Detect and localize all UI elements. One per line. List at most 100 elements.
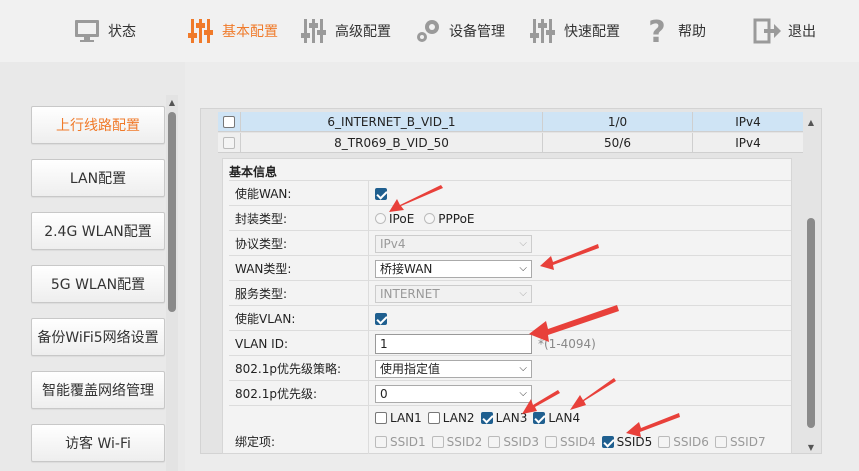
lan-port-label: LAN4 (548, 411, 581, 425)
menu-label: 5G WLAN配置 (50, 277, 146, 293)
ipoe-label: IPoE (389, 211, 415, 226)
ssid7-checkbox[interactable] (714, 436, 727, 448)
field-label: 使能WAN: (229, 181, 369, 206)
row-wan-type: WAN类型: 桥接WAN ⌵ (229, 255, 791, 281)
lan1-checkbox[interactable] (375, 412, 387, 424)
row-encap-type: 封装类型: IPoE PPPoE (229, 205, 791, 231)
sliders-icon (188, 19, 213, 43)
ssid6-checkbox[interactable] (658, 436, 671, 448)
right-scroll-thumb[interactable] (807, 218, 815, 428)
chevron-down-icon: ⌵ (519, 362, 527, 374)
row-enable-vlan: 使能VLAN: (229, 305, 791, 331)
wan-type-select[interactable]: 桥接WAN ⌵ (375, 259, 532, 278)
field-label: 协议类型: (229, 231, 369, 256)
service-type-select[interactable]: INTERNET ⌵ (375, 284, 532, 303)
wan-ip-version: IPv4 (735, 114, 761, 129)
menu-lan-config[interactable]: LAN配置 (31, 159, 165, 197)
menu-24g-wlan-config[interactable]: 2.4G WLAN配置 (31, 212, 165, 250)
nav-status[interactable]: 状态 (72, 14, 136, 48)
nav-basic-config[interactable]: 基本配置 (186, 14, 278, 48)
menu-5g-wlan-config[interactable]: 5G WLAN配置 (31, 265, 165, 303)
wan-vlan: 50/6 (543, 133, 693, 152)
ssid-label: SSID1 (390, 435, 426, 449)
lan3-checkbox[interactable] (480, 412, 493, 424)
lan4-checkbox[interactable] (533, 412, 546, 424)
row-checkbox[interactable] (223, 136, 235, 149)
field-label: 802.1p优先级策略: (229, 356, 369, 381)
left-scroll-thumb[interactable] (168, 112, 176, 312)
menu-uplink-config[interactable]: 上行线路配置 (31, 106, 165, 144)
section-title: 基本信息 (229, 165, 278, 179)
lan2-checkbox[interactable] (427, 412, 440, 424)
monitor-icon (75, 20, 99, 42)
nav-label: 快速配置 (564, 24, 620, 40)
wan-table-row[interactable]: 8_TR069_B_VID_50 50/6 IPv4 (218, 133, 803, 153)
select-value: INTERNET (380, 286, 440, 301)
enable-wan-checkbox[interactable] (375, 187, 387, 200)
pppoe-radio[interactable] (424, 213, 436, 224)
menu-label: 备份WiFi5网络设置 (37, 330, 159, 346)
pppoe-label: PPPoE (438, 211, 475, 226)
chevron-down-icon: ⌵ (519, 387, 527, 399)
menu-label: 智能覆盖网络管理 (42, 383, 154, 399)
menu-mesh-management[interactable]: 智能覆盖网络管理 (31, 371, 165, 409)
field-label: WAN类型: (229, 256, 369, 281)
row-enable-wan: 使能WAN: (229, 180, 791, 206)
enable-vlan-checkbox[interactable] (375, 312, 387, 325)
menu-label: 访客 Wi-Fi (65, 436, 131, 452)
wan-vlan: 1/0 (543, 112, 693, 131)
nav-label: 基本配置 (222, 24, 278, 40)
question-icon: ? (648, 16, 665, 46)
nav-advanced-config[interactable]: 高级配置 (299, 14, 391, 48)
lan-port-label: LAN1 (390, 411, 422, 425)
row-checkbox[interactable] (223, 115, 235, 128)
nav-device-management[interactable]: 设备管理 (413, 14, 505, 48)
8021p-priority-select[interactable]: 0 ⌵ (375, 384, 532, 403)
nav-label: 设备管理 (449, 24, 505, 40)
vlan-id-input[interactable]: 1 (375, 333, 532, 354)
ssid1-checkbox[interactable] (375, 436, 387, 448)
wan-table-row[interactable]: 6_INTERNET_B_VID_1 1/0 IPv4 (218, 112, 803, 132)
nav-quick-config[interactable]: 快速配置 (528, 14, 620, 48)
field-label: 使能VLAN: (229, 306, 369, 331)
nav-label: 高级配置 (335, 24, 391, 40)
menu-backup-wifi5[interactable]: 备份WiFi5网络设置 (31, 318, 165, 356)
field-label: 802.1p优先级: (229, 381, 369, 406)
scroll-down-arrow-icon[interactable]: ▼ (805, 440, 817, 454)
nav-label: 退出 (788, 24, 816, 40)
8021p-policy-select[interactable]: 使用指定值 ⌵ (375, 359, 532, 378)
nav-label: 状态 (108, 24, 136, 40)
wan-ip-version: IPv4 (735, 135, 761, 150)
sliders-icon (530, 19, 555, 43)
top-navigation: 状态 基本配置 高级配置 设备管理 快速配置 ? 帮助 退出 (0, 0, 859, 62)
scroll-up-arrow-icon[interactable]: ▲ (805, 115, 817, 129)
field-label: 绑定项: (229, 406, 369, 454)
ssid5-checkbox[interactable] (601, 436, 614, 448)
scroll-up-arrow-icon[interactable]: ▲ (166, 95, 178, 109)
svg-text:?: ? (648, 16, 665, 46)
row-vlan-id: VLAN ID: 1 *(1-4094) (229, 330, 791, 356)
chevron-down-icon: ⌵ (519, 262, 527, 274)
nav-help[interactable]: ? 帮助 (642, 14, 706, 48)
menu-guest-wifi[interactable]: 访客 Wi-Fi (31, 424, 165, 462)
ssid-label: SSID7 (729, 435, 766, 449)
ssid2-checkbox[interactable] (431, 436, 444, 448)
field-label: 封装类型: (229, 206, 369, 231)
row-8021p-policy: 802.1p优先级策略: 使用指定值 ⌵ (229, 355, 791, 381)
menu-label: 2.4G WLAN配置 (44, 224, 152, 240)
nav-label: 帮助 (678, 24, 706, 40)
ipoe-radio[interactable] (375, 213, 386, 224)
ssid-label: SSID4 (559, 435, 596, 449)
ssid3-checkbox[interactable] (488, 436, 501, 448)
logout-icon (753, 18, 781, 44)
chevron-down-icon: ⌵ (519, 237, 527, 249)
protocol-select[interactable]: IPv4 ⌵ (375, 234, 532, 253)
ssid4-checkbox[interactable] (544, 436, 557, 448)
menu-label: LAN配置 (69, 171, 127, 187)
select-value: 使用指定值 (380, 362, 441, 376)
vlan-id-hint: *(1-4094) (538, 336, 596, 351)
nav-logout[interactable]: 退出 (752, 14, 816, 48)
gears-icon (417, 20, 439, 42)
row-8021p-priority: 802.1p优先级: 0 ⌵ (229, 380, 791, 406)
wan-name: 6_INTERNET_B_VID_1 (241, 112, 543, 131)
